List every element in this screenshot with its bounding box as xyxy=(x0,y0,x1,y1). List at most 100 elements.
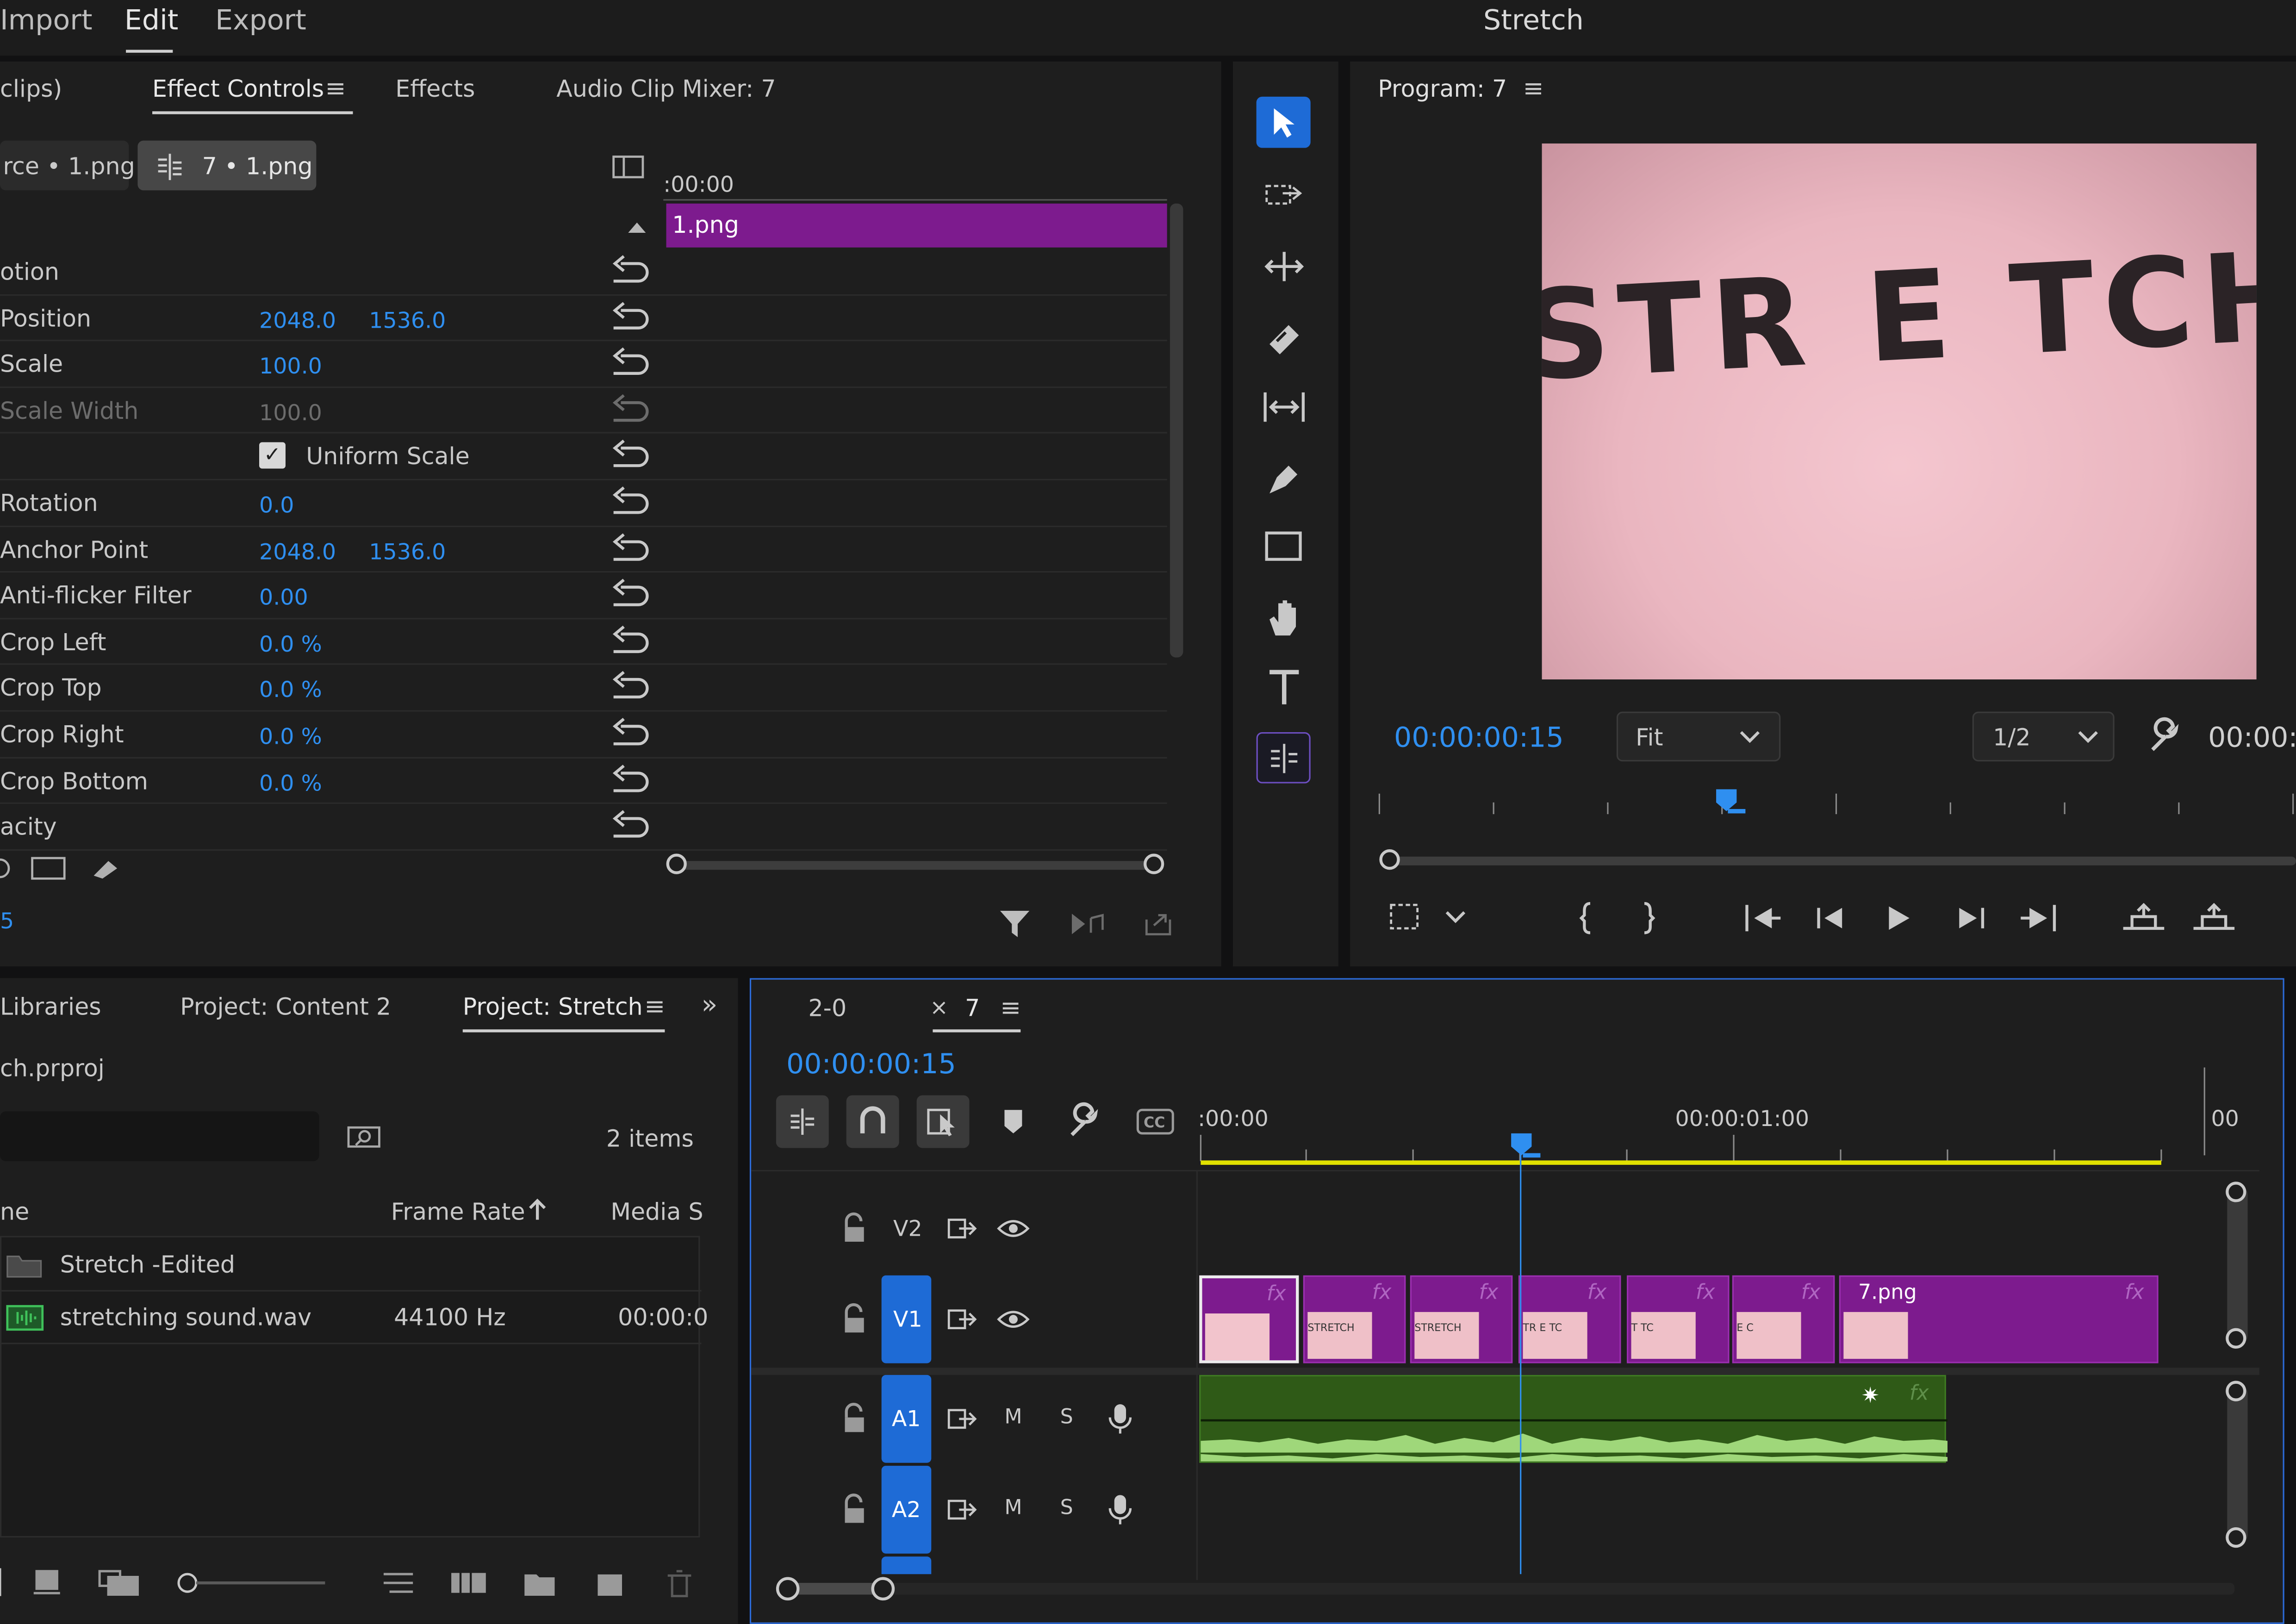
program-zoom-scrollbar[interactable] xyxy=(1379,849,2296,873)
reset-parameter-icon[interactable] xyxy=(609,764,650,799)
selection-tool-button[interactable] xyxy=(1256,96,1311,148)
type-tool-icon[interactable] xyxy=(1267,669,1302,707)
linked-selection-button[interactable] xyxy=(916,1095,970,1148)
property-value[interactable]: 0.0 % xyxy=(259,677,322,703)
export-clip-icon[interactable] xyxy=(1142,911,1175,937)
property-value[interactable]: 0.0 % xyxy=(259,723,322,750)
property-value[interactable]: 0.0 % xyxy=(259,770,322,796)
sync-lock-icon[interactable] xyxy=(947,1498,977,1522)
collapse-up-icon[interactable] xyxy=(627,220,647,235)
slip-tool-icon[interactable] xyxy=(1262,391,1306,423)
eye-icon[interactable] xyxy=(997,1309,1030,1330)
timeline-ruler[interactable] xyxy=(1198,1135,2193,1170)
program-menu-icon[interactable]: ≡ xyxy=(1523,75,1543,104)
lock-open-icon[interactable] xyxy=(842,1303,868,1334)
scroll-handle-bottom[interactable] xyxy=(2226,1527,2246,1548)
zoom-fit-dropdown[interactable]: Fit xyxy=(1616,711,1781,762)
ec-horizontal-scroll[interactable] xyxy=(666,853,1167,877)
reset-parameter-icon[interactable] xyxy=(609,301,650,336)
tab-effect-controls[interactable]: Effect Controls xyxy=(152,75,324,102)
list-item[interactable]: Stretch -Edited xyxy=(1,1237,702,1292)
rectangle-tool-icon[interactable] xyxy=(1263,530,1305,565)
uniform-scale-checkbox[interactable]: ✓ xyxy=(259,442,286,469)
reset-parameter-icon[interactable] xyxy=(609,486,650,521)
reset-parameter-icon[interactable] xyxy=(609,347,650,382)
reset-parameter-icon[interactable] xyxy=(609,717,650,753)
lock-open-icon[interactable] xyxy=(842,1493,868,1524)
safe-margins-icon[interactable] xyxy=(1388,902,1476,934)
track-a2-source-patch[interactable]: A2 xyxy=(881,1466,932,1554)
video-clip[interactable]: STRETCH fx xyxy=(1303,1275,1406,1363)
panel-menu-icon[interactable]: ≡ xyxy=(325,75,346,104)
sort-ascending-icon[interactable] xyxy=(527,1198,548,1221)
scroll-handle-bottom[interactable] xyxy=(2226,1328,2246,1349)
video-tracks-scrollbar[interactable] xyxy=(2226,1182,2248,1349)
menu-export[interactable]: Export xyxy=(215,4,306,37)
microphone-icon[interactable] xyxy=(1108,1403,1132,1435)
property-value[interactable]: 0.0 xyxy=(259,492,294,518)
video-clip[interactable]: T TC fx xyxy=(1627,1275,1730,1363)
project-menu-icon[interactable]: ≡ xyxy=(644,993,665,1022)
tab-sequence-7[interactable]: 7 xyxy=(965,994,980,1022)
reset-parameter-icon[interactable] xyxy=(609,440,650,475)
scroll-handle-top[interactable] xyxy=(2226,1381,2246,1401)
property-value[interactable]: 0.00 xyxy=(259,585,308,611)
list-item[interactable]: stretching sound.wav 44100 Hz 00:00:0 xyxy=(1,1290,708,1344)
tab-libraries[interactable]: Libraries xyxy=(0,993,101,1020)
timeline-zoom-scrollbar[interactable] xyxy=(776,1577,2240,1601)
video-clip[interactable]: E Cfx xyxy=(1732,1275,1835,1363)
mute-button[interactable]: M xyxy=(1004,1406,1022,1429)
add-marker-icon[interactable] xyxy=(1003,1108,1023,1135)
razor-tool-icon[interactable] xyxy=(1265,321,1303,356)
playback-resolution-dropdown[interactable]: 1/2 xyxy=(1972,711,2115,762)
property-value-secondary[interactable]: 1536.0 xyxy=(369,307,446,333)
track-v2-label[interactable]: V2 xyxy=(893,1215,922,1242)
video-clip[interactable]: fx xyxy=(1199,1275,1299,1363)
play-audio-only-icon[interactable] xyxy=(1070,912,1106,936)
video-clip[interactable]: TR E TC fx xyxy=(1518,1275,1621,1363)
timeline-settings-wrench-icon[interactable] xyxy=(1067,1102,1102,1138)
reset-parameter-icon[interactable] xyxy=(609,393,650,429)
timeline-menu-icon[interactable]: ≡ xyxy=(1000,994,1021,1023)
timeline-playhead-icon[interactable] xyxy=(1508,1132,1543,1164)
program-playhead-timecode[interactable]: 00:00:00:15 xyxy=(1394,722,1564,754)
property-value[interactable]: 100.0 xyxy=(259,399,322,426)
scroll-handle-top[interactable] xyxy=(2226,1182,2246,1202)
program-scroll-handle-left[interactable] xyxy=(1379,849,1400,870)
solo-button[interactable]: S xyxy=(1060,1406,1073,1429)
reset-parameter-icon[interactable] xyxy=(609,255,650,290)
ec-scroll-handle-left[interactable] xyxy=(666,853,687,874)
microphone-icon[interactable] xyxy=(1108,1493,1132,1526)
lock-open-icon[interactable] xyxy=(842,1403,868,1433)
wrench-settings-icon[interactable] xyxy=(2148,717,2180,753)
video-clip[interactable]: STRETCH fx xyxy=(1410,1275,1513,1363)
tab-project-stretch[interactable]: Project: Stretch xyxy=(463,993,643,1020)
more-panels-icon[interactable]: » xyxy=(702,990,718,1020)
property-value[interactable]: 2048.0 xyxy=(259,538,336,565)
audio-tracks-scrollbar[interactable] xyxy=(2226,1381,2248,1548)
reset-parameter-icon[interactable] xyxy=(609,579,650,614)
remix-tool-button[interactable] xyxy=(1256,732,1311,784)
property-value[interactable]: 2048.0 xyxy=(259,307,336,333)
ec-vertical-scrollbar[interactable] xyxy=(1170,203,1183,658)
property-value[interactable]: 0.0 % xyxy=(259,631,322,657)
insert-nest-button[interactable] xyxy=(776,1095,829,1148)
video-clip[interactable]: fx 7.png xyxy=(1839,1275,2159,1363)
tab-source-clips[interactable]: clips) xyxy=(0,75,62,102)
pen-tool-icon[interactable] xyxy=(1265,460,1303,498)
project-search-input[interactable] xyxy=(0,1111,319,1161)
column-name-header[interactable]: ne xyxy=(0,1198,29,1226)
eye-icon[interactable] xyxy=(997,1218,1030,1238)
close-tab-icon[interactable]: × xyxy=(930,994,948,1020)
program-time-ruler[interactable] xyxy=(1378,788,2296,823)
lift-extract-icons[interactable] xyxy=(2120,902,2237,934)
column-frame-rate-header[interactable]: Frame Rate xyxy=(391,1198,525,1226)
property-value-secondary[interactable]: 1536.0 xyxy=(369,538,446,565)
menu-import[interactable]: Import xyxy=(0,4,93,37)
find-icon[interactable] xyxy=(347,1123,382,1150)
timeline-scroll-handle-right[interactable] xyxy=(871,1577,895,1601)
mute-button[interactable]: M xyxy=(1004,1497,1022,1520)
audio-clip[interactable]: ✷ fx xyxy=(1199,1375,1948,1463)
sync-lock-icon[interactable] xyxy=(947,1307,977,1331)
toggle-timeline-view-icon[interactable] xyxy=(612,155,645,179)
